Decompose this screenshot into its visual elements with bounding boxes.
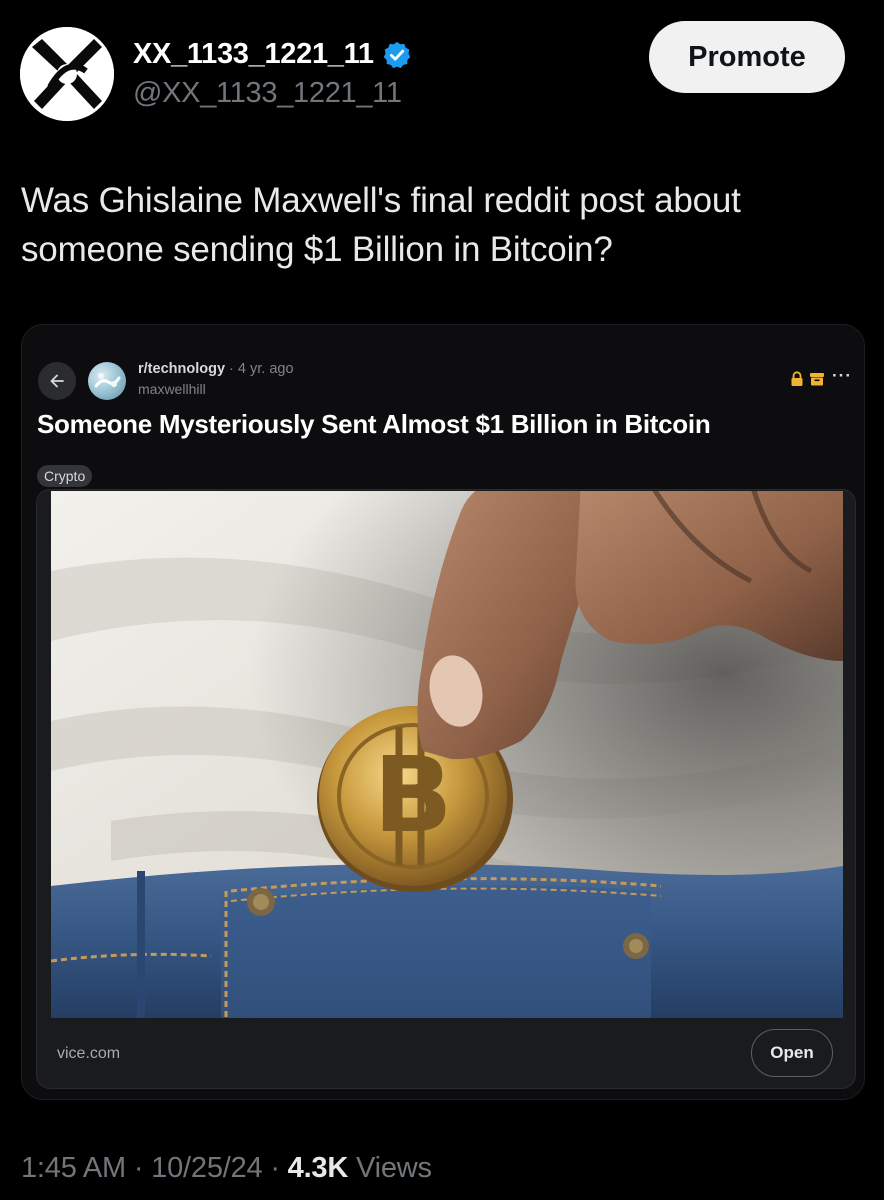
views-count[interactable]: 4.3K	[288, 1152, 349, 1184]
author-handle[interactable]: @XX_1133_1221_11	[133, 77, 402, 110]
subreddit-line: r/technology · 4 yr. ago	[138, 361, 294, 377]
tweet-text: Was Ghislaine Maxwell's final reddit pos…	[21, 181, 741, 269]
post-age: 4 yr. ago	[237, 361, 294, 377]
open-link-button[interactable]: Open	[751, 1029, 833, 1077]
meta-separator: ·	[262, 1152, 288, 1184]
back-arrow-icon	[38, 362, 76, 400]
avatar-logo-icon	[20, 27, 114, 121]
embedded-reddit-post-card[interactable]: r/technology · 4 yr. ago maxwellhill ···…	[21, 324, 865, 1100]
author-display-name[interactable]: XX_1133_1221_11	[133, 38, 374, 71]
archive-icon	[810, 373, 824, 386]
subreddit-avatar-icon	[88, 362, 126, 400]
author-name-row[interactable]: XX_1133_1221_11	[133, 38, 412, 71]
meta-separator: ·	[126, 1152, 152, 1184]
views-label: Views	[348, 1152, 432, 1184]
bitcoin-coin-in-jeans-pocket-image: B	[51, 491, 843, 1018]
reddit-post-title: Someone Mysteriously Sent Almost $1 Bill…	[37, 409, 711, 439]
more-icon: ···	[832, 366, 852, 385]
tweet-time[interactable]: 1:45 AM	[21, 1152, 126, 1184]
link-preview[interactable]: B vice.com Open	[36, 489, 856, 1089]
link-domain: vice.com	[57, 1045, 121, 1062]
author-avatar[interactable]	[20, 27, 114, 121]
subreddit-name: r/technology	[138, 361, 226, 377]
separator-dot: ·	[229, 361, 234, 377]
post-flair: Crypto	[37, 465, 93, 487]
post-username: maxwellhill	[138, 381, 206, 397]
verified-badge-icon	[382, 40, 412, 70]
promote-button[interactable]: Promote	[649, 21, 845, 93]
tweet-meta: 1:45 AM · 10/25/24 · 4.3K Views	[21, 1152, 432, 1185]
lock-icon	[791, 371, 803, 386]
tweet-date[interactable]: 10/25/24	[151, 1152, 262, 1184]
